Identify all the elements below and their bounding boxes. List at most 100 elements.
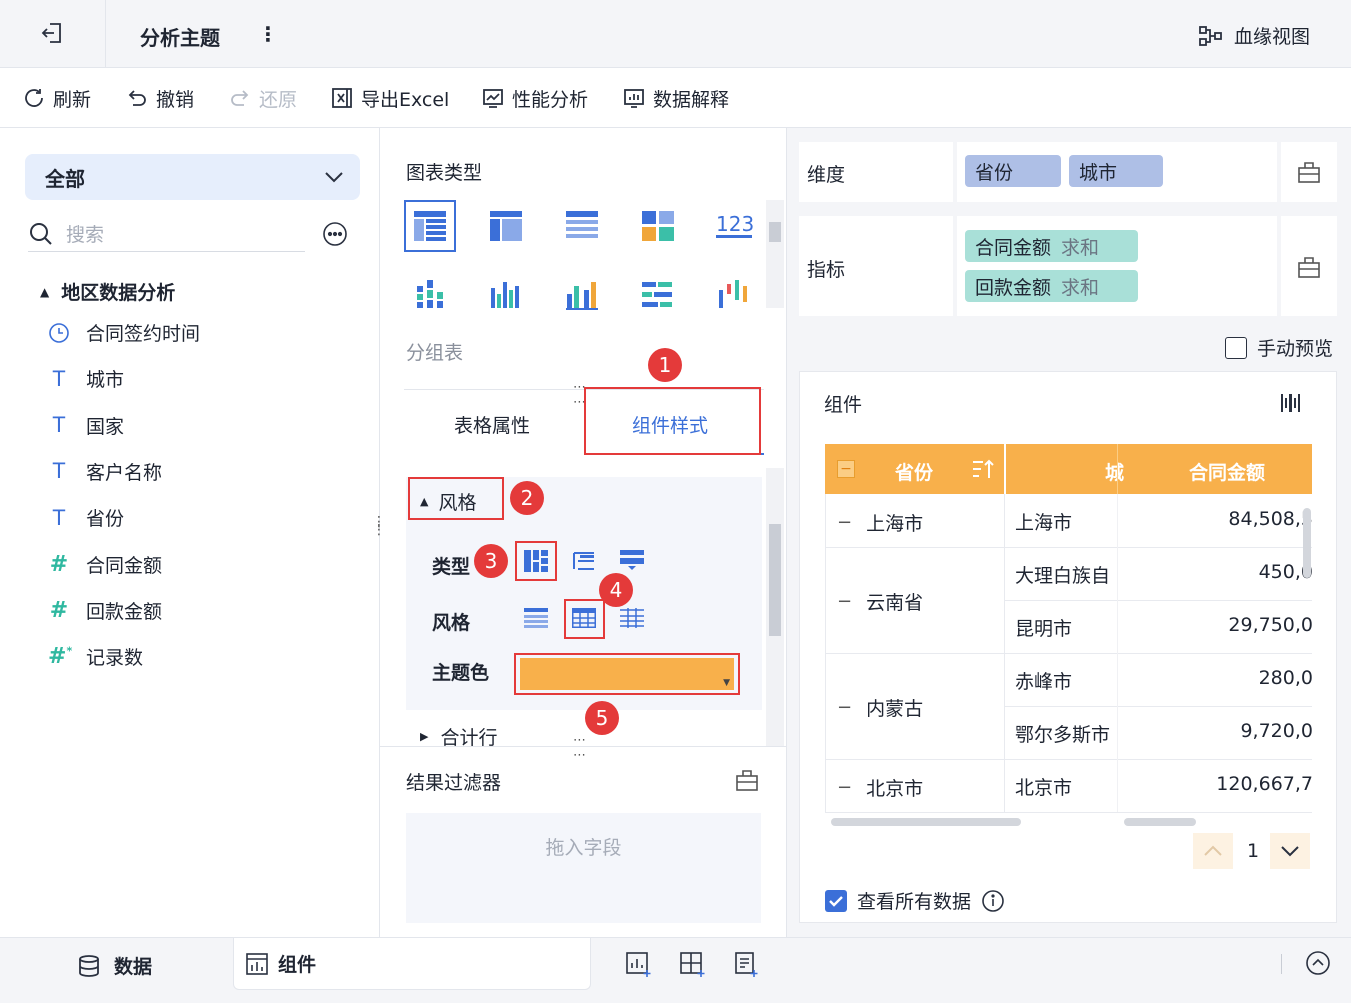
info-icon[interactable] bbox=[981, 889, 1005, 913]
more-options-icon[interactable] bbox=[322, 221, 348, 247]
search-input[interactable]: 搜索 bbox=[66, 220, 104, 247]
metric-pill-payment-amount[interactable]: 回款金额 求和 bbox=[965, 270, 1138, 302]
metric-settings-icon[interactable] bbox=[1297, 255, 1321, 279]
checkbox-checked bbox=[825, 889, 847, 912]
search-box[interactable]: 搜索 bbox=[28, 216, 305, 252]
chart-type-bar[interactable] bbox=[632, 269, 684, 321]
province-cell[interactable]: − 内蒙古 bbox=[837, 694, 923, 721]
sort-icon[interactable] bbox=[971, 458, 995, 480]
step-marker-2: 2 bbox=[510, 481, 544, 515]
cross-table-icon bbox=[490, 211, 522, 241]
province-cell[interactable]: − 上海市 bbox=[837, 509, 923, 536]
chart-type-label: 图表类型 bbox=[406, 162, 483, 184]
tab-table-properties[interactable]: 表格属性 bbox=[454, 411, 530, 438]
page-next-button[interactable] bbox=[1270, 833, 1310, 869]
field-item[interactable]: # 合同金额 bbox=[48, 551, 162, 578]
page-prev-button[interactable] bbox=[1193, 833, 1233, 869]
collapse-row-icon[interactable]: − bbox=[837, 697, 852, 718]
collapse-row-icon[interactable]: − bbox=[837, 512, 852, 533]
field-group[interactable]: ▲ 地区数据分析 bbox=[40, 278, 175, 305]
field-item[interactable]: # 回款金额 bbox=[48, 597, 162, 624]
barcode-icon[interactable] bbox=[1279, 391, 1303, 415]
drag-handle-icon[interactable]: ⋯ ⋯ bbox=[573, 733, 586, 763]
chart-type-grouped-column[interactable] bbox=[556, 269, 608, 321]
chart-type-scrollbar[interactable] bbox=[766, 200, 784, 308]
dimension-pill-city[interactable]: 城市 bbox=[1069, 155, 1163, 187]
table-hscrollbar-right[interactable] bbox=[1124, 818, 1196, 826]
amount-cell: 450,0 bbox=[1258, 561, 1313, 583]
performance-icon bbox=[483, 89, 503, 108]
province-cell[interactable]: − 北京市 bbox=[837, 774, 923, 801]
chart-type-stacked-bar[interactable] bbox=[404, 269, 456, 321]
add-report-widget-icon[interactable] bbox=[733, 952, 759, 978]
step-marker-4: 4 bbox=[599, 573, 633, 607]
field-item[interactable]: 合同签约时间 bbox=[48, 319, 200, 346]
field-item[interactable]: #* 记录数 bbox=[48, 643, 143, 670]
chart-type-group-table[interactable] bbox=[404, 200, 456, 252]
header-menu-icon[interactable]: ⋮ bbox=[1305, 458, 1323, 479]
scope-select[interactable]: 全部 bbox=[25, 154, 360, 200]
add-chart-widget-icon[interactable] bbox=[626, 952, 652, 978]
tile-chart-icon bbox=[642, 211, 674, 241]
page-number: 1 bbox=[1247, 840, 1260, 862]
layout-type-tree-icon[interactable] bbox=[572, 551, 596, 571]
manual-preview-checkbox[interactable]: 手动预览 bbox=[1225, 334, 1333, 361]
lineage-icon bbox=[1199, 25, 1222, 46]
caret-right-icon: ▶ bbox=[420, 730, 429, 743]
amount-cell: 120,667,7 bbox=[1216, 773, 1313, 795]
chart-type-cross-table[interactable] bbox=[480, 200, 532, 252]
chart-type-detail-table[interactable] bbox=[556, 200, 608, 252]
chart-type-kpi[interactable]: 123 bbox=[708, 200, 760, 252]
province-cell[interactable]: − 云南省 bbox=[837, 588, 923, 615]
tab-data[interactable]: 数据 bbox=[78, 952, 152, 979]
metric-pill-contract-amount[interactable]: 合同金额 求和 bbox=[965, 230, 1138, 262]
filter-drop-zone[interactable]: 拖入字段 bbox=[406, 813, 761, 923]
collapse-all-icon[interactable]: − bbox=[837, 460, 855, 478]
export-excel-button[interactable]: 导出Excel bbox=[330, 84, 449, 112]
theme-color-picker[interactable]: ▼ bbox=[520, 658, 734, 690]
field-item[interactable]: T 客户名称 bbox=[48, 458, 162, 485]
table-style-1-icon[interactable] bbox=[524, 608, 548, 628]
view-all-data-checkbox[interactable]: 查看所有数据 bbox=[825, 887, 1005, 914]
data-explain-button[interactable]: 数据解释 bbox=[622, 84, 729, 112]
style-scrollbar[interactable] bbox=[766, 468, 784, 746]
field-item[interactable]: T 城市 bbox=[48, 365, 124, 392]
add-table-widget-icon[interactable] bbox=[680, 952, 706, 978]
chart-type-multi-series[interactable] bbox=[632, 200, 684, 252]
chart-type-column[interactable] bbox=[480, 269, 532, 321]
performance-analysis-button[interactable]: 性能分析 bbox=[481, 84, 588, 112]
field-item[interactable]: T 国家 bbox=[48, 412, 124, 439]
field-item[interactable]: T 省份 bbox=[48, 504, 124, 531]
collapse-up-icon[interactable] bbox=[1305, 950, 1331, 976]
dimension-row bbox=[799, 142, 1337, 202]
refresh-button[interactable]: 刷新 bbox=[22, 84, 91, 112]
result-filter-label: 结果过滤器 bbox=[406, 772, 502, 794]
collapse-row-icon[interactable]: − bbox=[837, 591, 852, 612]
exit-icon[interactable] bbox=[40, 20, 66, 46]
table-style-3-icon[interactable] bbox=[620, 608, 644, 628]
table-hscrollbar-left[interactable] bbox=[831, 818, 1021, 826]
layout-type-collapse-icon[interactable] bbox=[620, 550, 644, 572]
table-style-2-icon[interactable] bbox=[572, 608, 596, 628]
table-vscrollbar[interactable] bbox=[1303, 508, 1311, 578]
redo-button[interactable]: 还原 bbox=[228, 84, 297, 112]
dimension-settings-icon[interactable] bbox=[1297, 160, 1321, 184]
chart-config-panel: 图表类型 123 分组表 ⋯ ⋯ 表格属性 组件样式 1 ▲ 风格 2 类型 3… bbox=[380, 128, 787, 937]
more-menu-button[interactable]: ⋮ bbox=[258, 22, 278, 46]
header-contract-amount[interactable]: 合同金额 bbox=[1189, 458, 1265, 485]
city-cell: 鄂尔多斯市 bbox=[1015, 724, 1111, 746]
lineage-view-button[interactable]: 血缘视图 bbox=[1198, 22, 1310, 49]
chart-type-range-column[interactable] bbox=[708, 269, 760, 321]
filter-settings-icon[interactable] bbox=[735, 768, 759, 792]
tab-widget[interactable]: 组件 bbox=[233, 938, 591, 990]
amount-cell: 280,0 bbox=[1258, 667, 1313, 689]
header-province[interactable]: 省份 bbox=[895, 458, 933, 485]
dimension-pill-province[interactable]: 省份 bbox=[965, 155, 1061, 187]
header-city[interactable]: 城 bbox=[1105, 458, 1124, 485]
layout-type-grouped-icon[interactable] bbox=[524, 550, 548, 572]
collapse-row-icon[interactable]: − bbox=[837, 777, 852, 798]
type-label: 类型 bbox=[432, 556, 471, 578]
undo-button[interactable]: 撤销 bbox=[125, 84, 194, 112]
field-name: 合同金额 bbox=[86, 554, 163, 577]
dropdown-arrow-icon: ▼ bbox=[723, 678, 730, 688]
